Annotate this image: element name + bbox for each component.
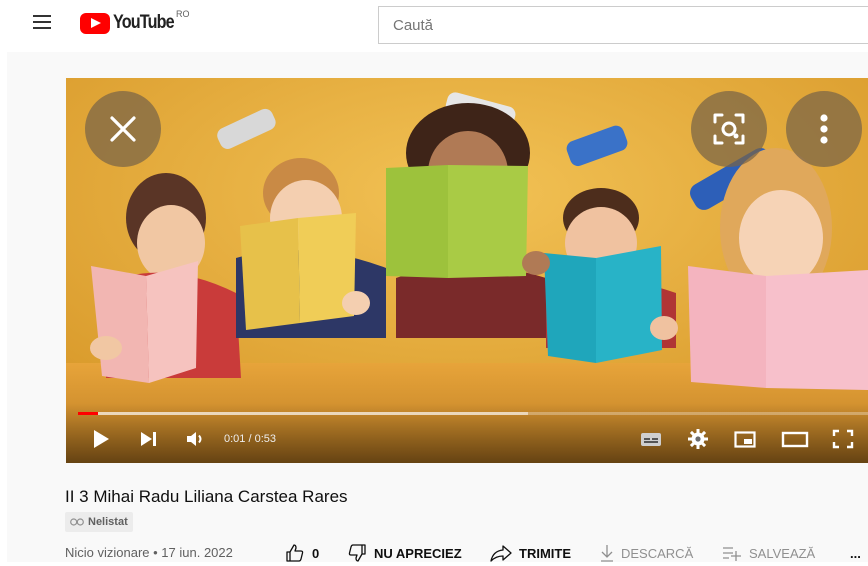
like-button[interactable]: 0 <box>284 540 319 566</box>
close-icon[interactable] <box>85 91 161 167</box>
play-icon[interactable] <box>92 427 112 451</box>
download-icon <box>601 545 613 562</box>
save-label: SALVEAZĂ <box>749 545 816 561</box>
progress-bar[interactable] <box>78 412 868 415</box>
save-button[interactable]: SALVEAZĂ <box>721 540 815 566</box>
share-button[interactable]: TRIMITE <box>489 540 571 566</box>
dislike-button[interactable]: NU APRECIEZ <box>346 540 462 566</box>
progress-buffered <box>78 412 528 415</box>
like-count: 0 <box>312 545 320 561</box>
top-bar: YouTube RO <box>0 0 868 50</box>
dislike-label: NU APRECIEZ <box>374 545 462 561</box>
youtube-logo[interactable]: YouTube RO <box>80 9 190 35</box>
views-and-date: Nicio vizionare • 17 iun. 2022 <box>65 545 233 560</box>
hamburger-menu-icon[interactable] <box>33 15 53 31</box>
youtube-play-icon <box>80 12 110 34</box>
volume-icon[interactable] <box>184 427 208 451</box>
search-input[interactable] <box>379 7 868 43</box>
logo-text: YouTube <box>113 12 175 33</box>
miniplayer-icon[interactable] <box>733 427 757 451</box>
theater-icon[interactable] <box>781 427 809 451</box>
search-box <box>378 6 868 44</box>
download-label: DESCARCĂ <box>621 545 694 561</box>
next-icon[interactable] <box>138 427 160 451</box>
link-icon <box>70 518 84 526</box>
share-icon <box>490 545 512 562</box>
add-to-playlist-icon <box>723 547 741 561</box>
thumbs-down-icon <box>348 544 366 562</box>
thumbs-up-icon <box>286 544 304 562</box>
visibility-badge: Nelistat <box>65 512 133 532</box>
share-label: TRIMITE <box>519 545 571 561</box>
gear-icon[interactable] <box>686 427 710 451</box>
lens-icon[interactable] <box>691 91 767 167</box>
time-display: 0:01 / 0:53 <box>224 433 276 445</box>
subtitles-icon[interactable] <box>640 427 662 451</box>
visibility-label: Nelistat <box>88 516 128 528</box>
more-vertical-icon[interactable] <box>786 91 862 167</box>
fullscreen-icon[interactable] <box>831 427 855 451</box>
download-button[interactable]: DESCARCĂ <box>599 540 693 566</box>
video-player[interactable]: 0:01 / 0:53 <box>66 78 868 463</box>
more-actions-button[interactable]: ... <box>850 540 861 566</box>
more-actions-icon: ... <box>850 545 861 561</box>
video-title: II 3 Mihai Radu Liliana Carstea Rares <box>65 487 348 506</box>
progress-played <box>78 412 98 415</box>
country-code: RO <box>176 9 190 19</box>
